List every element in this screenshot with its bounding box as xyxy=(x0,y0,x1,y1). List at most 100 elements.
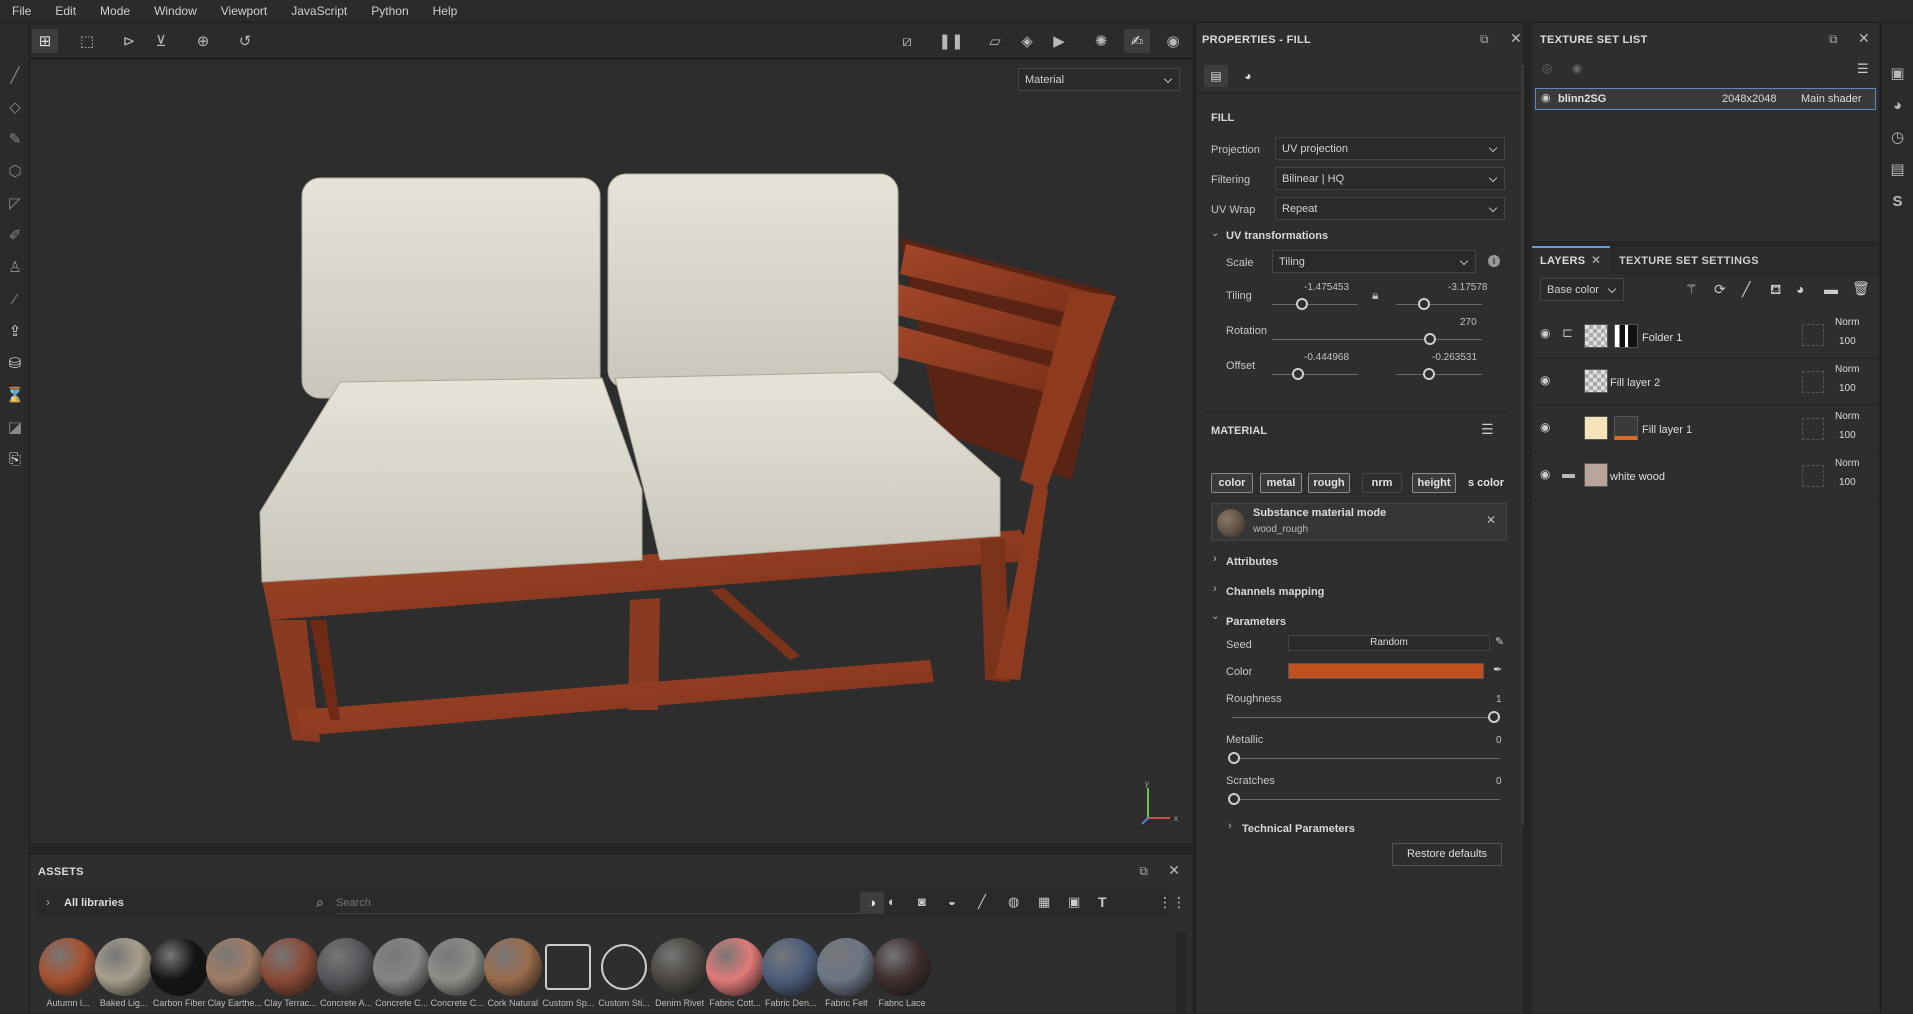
layer-drop-slot[interactable] xyxy=(1802,418,1824,440)
material-tab-icon[interactable]: ◕ xyxy=(1236,65,1260,87)
pause-icon[interactable]: ❚❚ xyxy=(938,29,964,53)
asset-thumbnail[interactable] xyxy=(150,938,209,996)
magic-wand-icon[interactable]: ⚚ xyxy=(1685,281,1698,298)
mask-thumbnail[interactable] xyxy=(1614,416,1638,440)
chevron-right-icon[interactable]: › xyxy=(1228,820,1232,832)
properties-scrollbar[interactable] xyxy=(1521,65,1524,825)
channel-color-button[interactable]: color xyxy=(1211,473,1253,493)
symmetry-icon[interactable]: ⊳ xyxy=(116,29,142,53)
filtering-select[interactable]: Bilinear | HQ xyxy=(1275,167,1505,190)
edit-pencil-icon[interactable]: ✎ xyxy=(1495,635,1504,648)
maximize-icon[interactable]: ⧉ xyxy=(1139,864,1148,879)
color-picker-icon[interactable]: ⁄ xyxy=(0,283,30,315)
seed-random-button[interactable]: Random xyxy=(1288,635,1490,651)
shader-settings-icon[interactable]: ◕ xyxy=(1881,89,1913,121)
offset-slider-2-knob[interactable] xyxy=(1422,368,1435,380)
asset-thumbnail[interactable] xyxy=(483,938,542,996)
opacity-value[interactable]: 100 xyxy=(1839,383,1856,394)
chevron-right-icon[interactable]: › xyxy=(1213,553,1217,565)
menu-lines-icon[interactable]: ☰ xyxy=(1481,421,1494,438)
metallic-slider-knob[interactable] xyxy=(1228,752,1240,764)
add-fill-layer-icon[interactable]: ⛾ xyxy=(1770,281,1781,300)
grid-view-icon[interactable]: ⋮⋮ xyxy=(1158,894,1186,911)
add-icon[interactable]: ⊕ xyxy=(190,29,216,53)
asset-thumbnail[interactable] xyxy=(205,938,264,996)
uvwrap-select[interactable]: Repeat xyxy=(1275,197,1505,220)
asset-thumbnail[interactable] xyxy=(601,944,647,990)
chevron-right-icon[interactable]: › xyxy=(1213,583,1217,595)
menu-python[interactable]: Python xyxy=(359,4,420,18)
blend-mode[interactable]: Norm xyxy=(1835,364,1859,375)
eye-icon[interactable]: ◉ xyxy=(1572,61,1582,75)
eye-icon[interactable]: ◉ xyxy=(1541,91,1551,104)
add-folder-icon[interactable]: ▬ xyxy=(1824,281,1838,297)
paint-mode-icon[interactable]: ✍ xyxy=(1124,29,1150,53)
menu-file[interactable]: File xyxy=(0,4,43,18)
asset-thumbnail[interactable] xyxy=(650,938,709,996)
text-filter-icon[interactable]: T xyxy=(1098,894,1107,910)
history-icon[interactable]: ↺ xyxy=(232,29,258,53)
menu-mode[interactable]: Mode xyxy=(88,4,142,18)
channel-metal-button[interactable]: metal xyxy=(1260,473,1302,493)
alphas-filter-icon[interactable]: ◍ xyxy=(1008,894,1019,910)
info-icon[interactable]: i xyxy=(1488,255,1500,267)
eraser-icon[interactable]: ◇ xyxy=(0,91,30,123)
screenshot-camera-icon[interactable]: ◉ xyxy=(1160,29,1186,53)
display-settings-icon[interactable]: ▣ xyxy=(1881,57,1913,89)
mask-thumbnail[interactable] xyxy=(1614,324,1638,348)
asset-thumbnail[interactable] xyxy=(706,938,765,996)
paint-brush-icon[interactable]: ╱ xyxy=(0,59,30,91)
chevron-down-icon[interactable]: ⌄ xyxy=(1211,228,1219,239)
measure-icon[interactable]: ⌛ xyxy=(0,379,30,411)
layer-drop-slot[interactable] xyxy=(1802,324,1824,346)
channel-height-button[interactable]: height xyxy=(1412,473,1456,493)
close-icon[interactable]: ✕ xyxy=(1858,30,1870,47)
material-picker-icon[interactable]: ⛁ xyxy=(0,347,30,379)
eyedropper-icon[interactable]: ✒ xyxy=(1493,663,1502,676)
environment-filter-icon[interactable]: ▣ xyxy=(1068,894,1080,910)
rect-select-icon[interactable]: ⬚ xyxy=(74,29,100,53)
substance-icon[interactable]: S xyxy=(1881,185,1913,217)
fill-properties-tab-icon[interactable]: ▤ xyxy=(1204,65,1228,87)
tiling-slider-1-knob[interactable] xyxy=(1296,298,1309,310)
log-icon[interactable]: ▤ xyxy=(1881,153,1913,185)
menu-help[interactable]: Help xyxy=(421,4,470,18)
history-icon[interactable]: ◷ xyxy=(1881,121,1913,153)
menu-edit[interactable]: Edit xyxy=(43,4,88,18)
uv-transformations-header[interactable]: UV transformations xyxy=(1226,230,1328,242)
tab-texture-set-settings[interactable]: TEXTURE SET SETTINGS xyxy=(1619,255,1759,267)
scale-select[interactable]: Tiling xyxy=(1272,250,1476,273)
layer-row-white-wood[interactable]: ◉ ▬ white wood Norm 100 xyxy=(1532,453,1879,500)
lights-icon[interactable]: ✺ xyxy=(1088,29,1114,53)
asset-thumbnail[interactable] xyxy=(94,938,153,996)
generators-filter-icon[interactable]: ◒ xyxy=(948,894,956,909)
geometry-mask-icon[interactable]: ⬡ xyxy=(0,155,30,187)
assets-search-input[interactable] xyxy=(336,892,876,914)
parameters-header[interactable]: Parameters xyxy=(1226,616,1286,628)
scratches-slider-knob[interactable] xyxy=(1228,793,1240,805)
close-icon[interactable]: ✕ xyxy=(1486,513,1496,527)
close-icon[interactable]: ✕ xyxy=(1510,30,1522,47)
settings-list-icon[interactable]: ☰ xyxy=(1857,61,1869,77)
layer-row-fill-layer-1[interactable]: ◉ Fill layer 1 Norm 100 xyxy=(1532,406,1879,453)
assets-scrollbar[interactable] xyxy=(1176,932,1186,1014)
channel-select[interactable]: Base color xyxy=(1540,278,1624,301)
opacity-value[interactable]: 100 xyxy=(1839,477,1856,488)
channels-mapping-header[interactable]: Channels mapping xyxy=(1226,586,1324,598)
blend-mode[interactable]: Norm xyxy=(1835,411,1859,422)
projection-select[interactable]: UV projection xyxy=(1275,137,1505,160)
layer-row-folder-1[interactable]: ◉ ⊏ Folder 1 Norm 100 xyxy=(1532,312,1879,359)
hide-ui-icon[interactable]: ⧄ xyxy=(894,29,920,53)
asset-thumbnail[interactable] xyxy=(317,938,375,996)
select-tool-icon[interactable]: ⊞ xyxy=(32,29,58,53)
maximize-icon[interactable]: ⧉ xyxy=(1829,32,1838,47)
asset-thumbnail[interactable] xyxy=(545,944,592,990)
render-icon[interactable]: ⎘ xyxy=(0,443,30,475)
chevron-right-icon[interactable]: › xyxy=(46,895,50,909)
maximize-icon[interactable]: ⧉ xyxy=(1480,32,1489,47)
close-icon[interactable]: ✕ xyxy=(1168,862,1180,879)
technical-parameters-header[interactable]: Technical Parameters xyxy=(1242,823,1355,835)
channel-rough-button[interactable]: rough xyxy=(1308,473,1350,493)
menu-viewport[interactable]: Viewport xyxy=(209,4,279,18)
channel-scolor-button[interactable]: s color xyxy=(1464,473,1508,493)
